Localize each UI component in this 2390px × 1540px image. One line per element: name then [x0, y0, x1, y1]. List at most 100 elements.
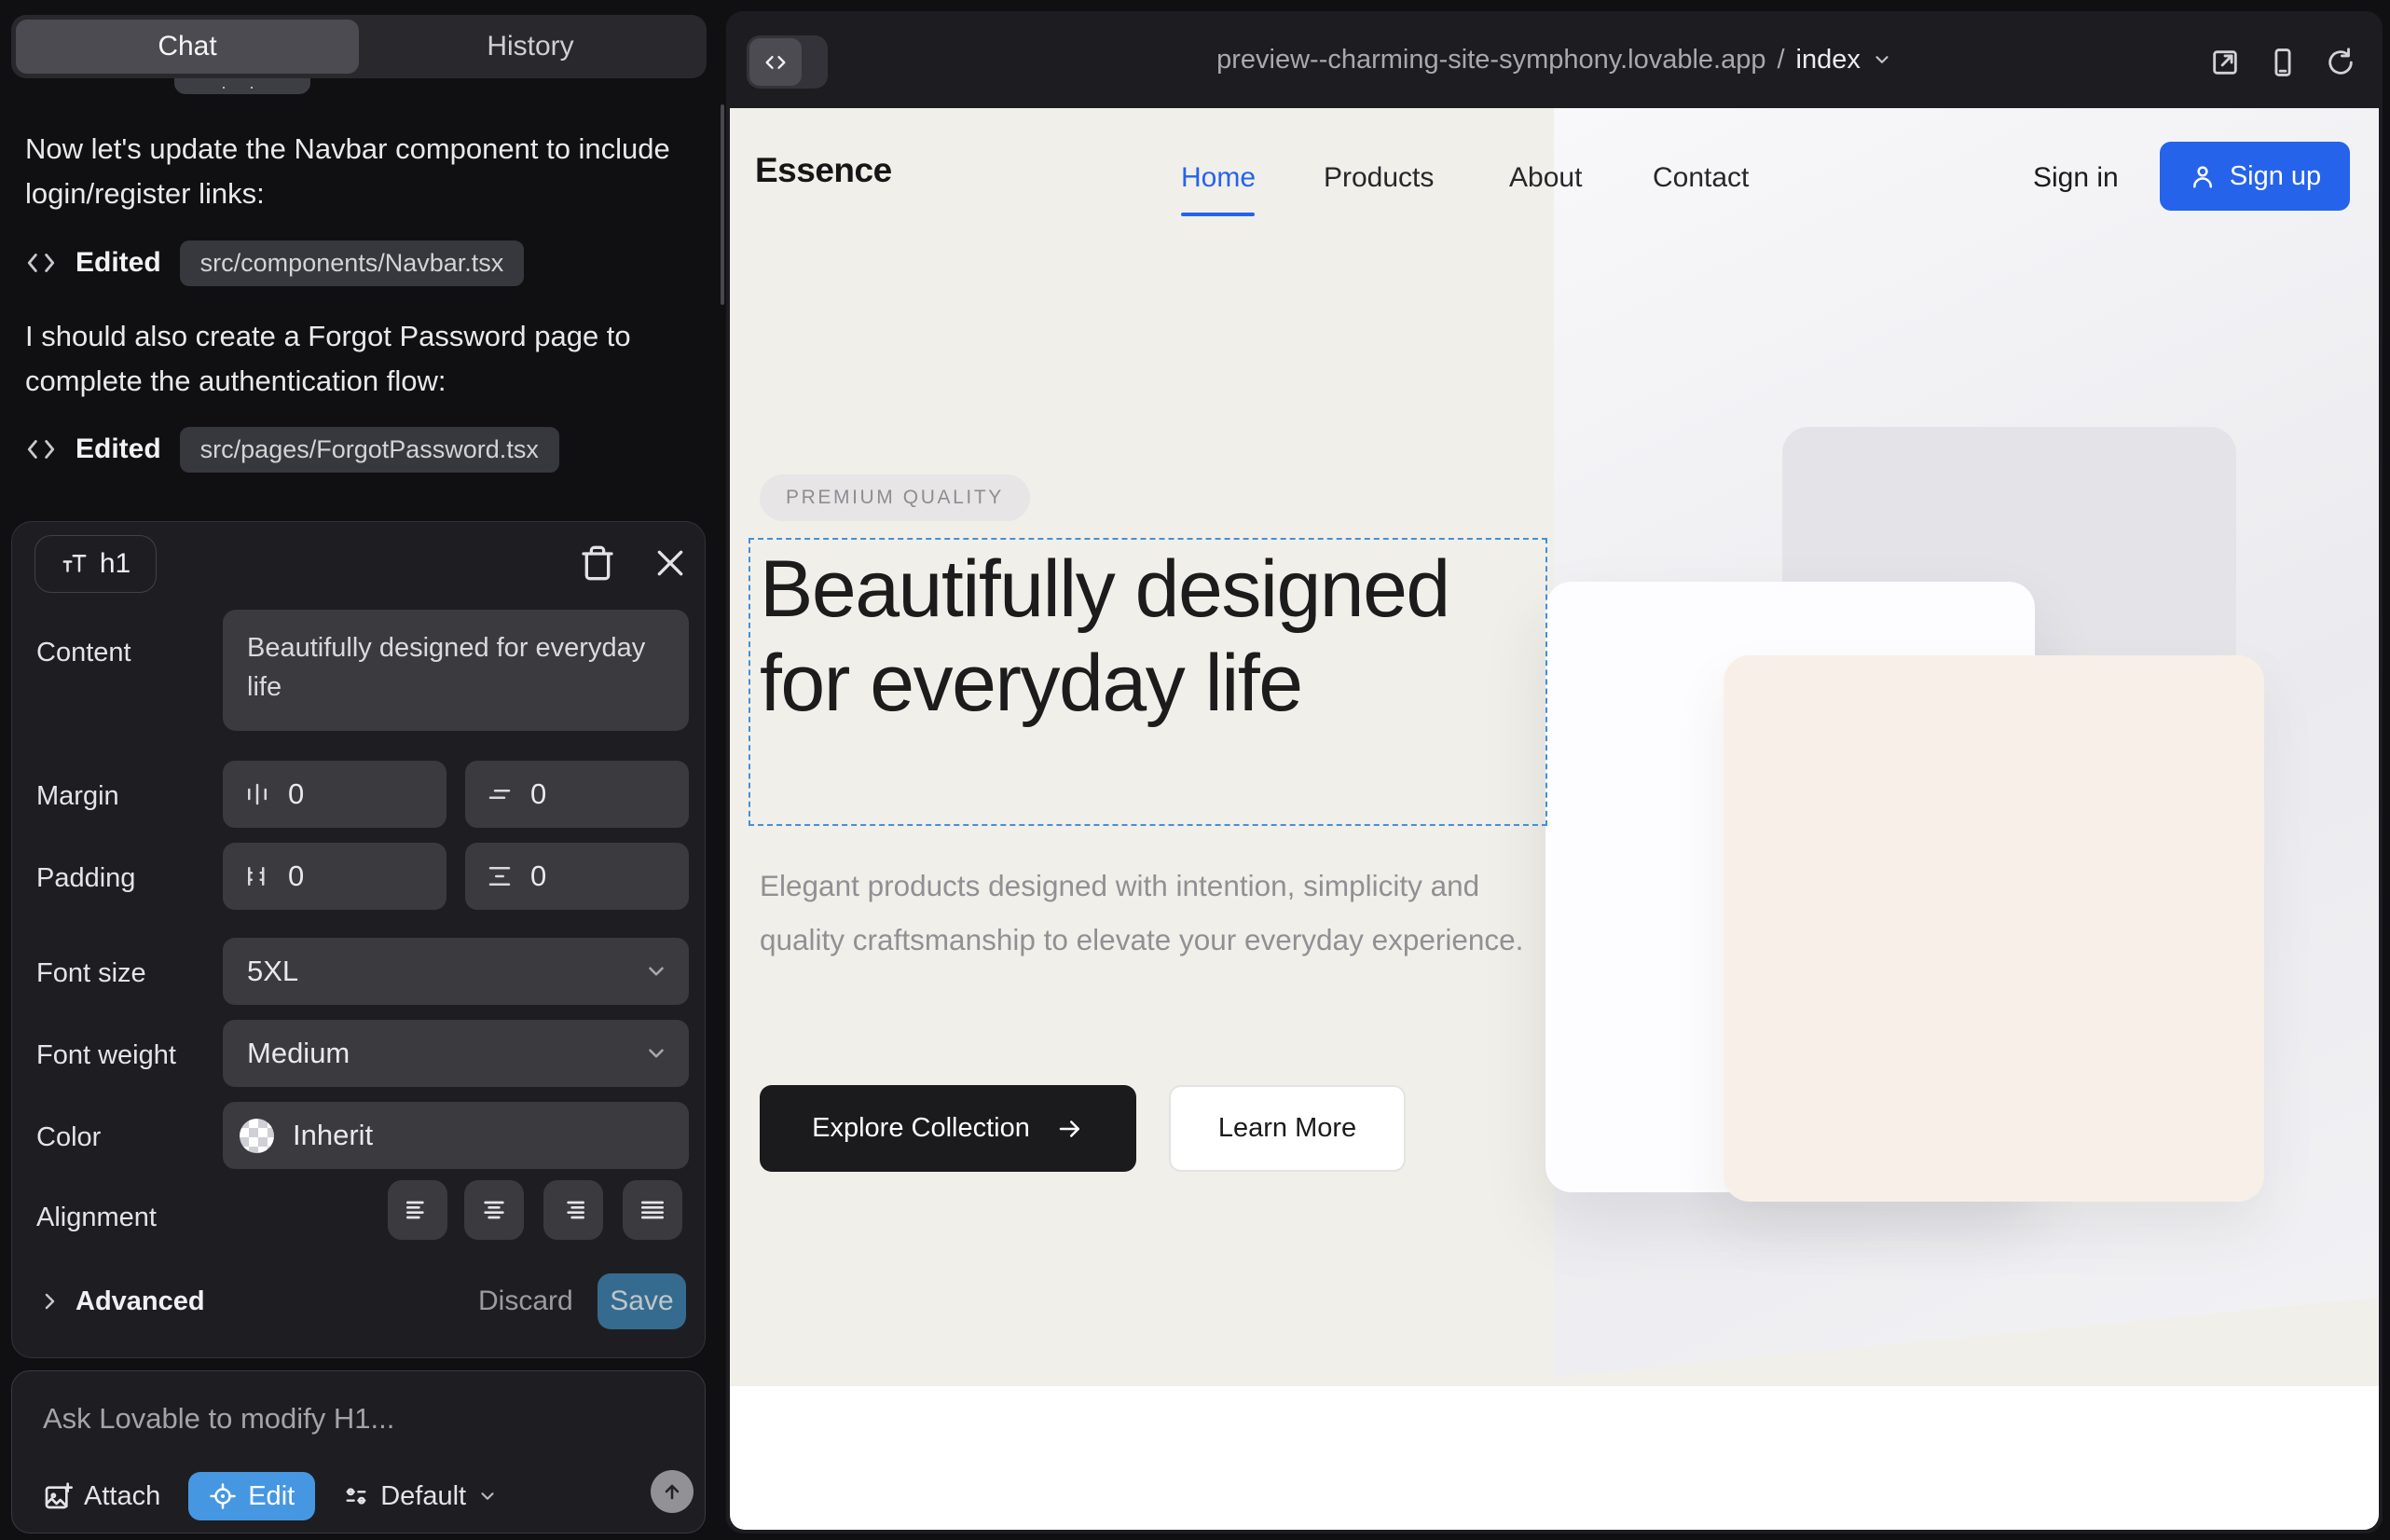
- user-icon: [2189, 162, 2217, 190]
- site-preview: Essence Home Products About Contact Sign…: [730, 108, 2379, 1530]
- align-center-icon: [479, 1195, 509, 1225]
- sign-in-link[interactable]: Sign in: [2033, 162, 2119, 194]
- site-logo[interactable]: Essence: [755, 151, 892, 190]
- margin-horizontal-icon: [243, 780, 271, 808]
- nav-active-underline: [1181, 213, 1255, 216]
- code-icon: [25, 433, 57, 465]
- margin-x-value: 0: [288, 777, 304, 811]
- attach-image-icon: [43, 1481, 73, 1511]
- font-weight-select[interactable]: Medium: [223, 1020, 689, 1087]
- explore-collection-button[interactable]: Explore Collection: [760, 1085, 1136, 1172]
- arrow-up-icon: [661, 1480, 683, 1503]
- explore-collection-label: Explore Collection: [812, 1113, 1030, 1144]
- file-path-badge[interactable]: src/pages/ForgotPassword.tsx: [180, 427, 559, 473]
- send-button[interactable]: [651, 1470, 694, 1513]
- margin-x-input[interactable]: 0: [223, 761, 446, 828]
- composer-placeholder[interactable]: Ask Lovable to modify H1...: [43, 1402, 394, 1436]
- advanced-label: Advanced: [76, 1286, 205, 1317]
- discard-button[interactable]: Discard: [478, 1273, 573, 1329]
- align-right-button[interactable]: [543, 1180, 603, 1240]
- decorative-card-cream: [1724, 655, 2264, 1202]
- align-justify-button[interactable]: [623, 1180, 682, 1240]
- truncated-badge: . .: [174, 78, 310, 94]
- learn-more-button[interactable]: Learn More: [1169, 1085, 1406, 1172]
- advanced-toggle[interactable]: Advanced: [38, 1273, 205, 1329]
- chevron-down-icon: [644, 1041, 668, 1066]
- content-input[interactable]: Beautifully designed for everyday life: [223, 610, 689, 731]
- edited-label: Edited: [76, 247, 161, 279]
- nav-link-contact[interactable]: Contact: [1653, 162, 1749, 194]
- target-icon: [209, 1482, 237, 1510]
- padding-label: Padding: [36, 863, 135, 894]
- element-tag-badge[interactable]: h1: [34, 535, 157, 593]
- mode-selector[interactable]: Default: [343, 1481, 498, 1512]
- chat-history-tabs: Chat History: [11, 15, 707, 78]
- align-right-icon: [558, 1195, 588, 1225]
- tab-chat[interactable]: Chat: [16, 20, 359, 74]
- margin-vertical-icon: [486, 780, 514, 808]
- chat-composer[interactable]: Ask Lovable to modify H1... Attach Edit …: [11, 1370, 706, 1533]
- mode-label: Default: [380, 1481, 466, 1512]
- delete-icon[interactable]: [579, 544, 616, 582]
- code-icon: [25, 247, 57, 279]
- assistant-message: Now let's update the Navbar component to…: [25, 127, 687, 216]
- element-tag-label: h1: [100, 548, 130, 580]
- nav-link-home[interactable]: Home: [1181, 162, 1256, 194]
- font-weight-label: Font weight: [36, 1040, 176, 1071]
- edited-file-row[interactable]: Edited src/components/Navbar.tsx: [25, 241, 524, 285]
- assistant-message: I should also create a Forgot Password p…: [25, 314, 687, 404]
- font-size-value: 5XL: [247, 955, 298, 988]
- file-path-badge[interactable]: src/components/Navbar.tsx: [180, 241, 525, 286]
- color-label: Color: [36, 1122, 101, 1153]
- padding-x-value: 0: [288, 859, 304, 893]
- url-page: index: [1796, 45, 1861, 76]
- edit-mode-button[interactable]: Edit: [188, 1472, 315, 1520]
- element-editor-panel: h1 Content Beautifully designed for ever…: [11, 521, 706, 1358]
- composer-toolbar: Attach Edit Default: [43, 1472, 498, 1520]
- color-swatch[interactable]: [240, 1119, 274, 1153]
- open-in-new-tab-icon[interactable]: [2209, 47, 2241, 78]
- nav-link-products[interactable]: Products: [1324, 162, 1434, 194]
- mobile-view-icon[interactable]: [2267, 47, 2299, 78]
- margin-y-input[interactable]: 0: [465, 761, 689, 828]
- color-picker-field[interactable]: Inherit: [223, 1102, 689, 1169]
- edited-label: Edited: [76, 433, 161, 465]
- sign-up-button[interactable]: Sign up: [2160, 142, 2350, 211]
- edited-file-row[interactable]: Edited src/pages/ForgotPassword.tsx: [25, 427, 559, 472]
- save-button[interactable]: Save: [598, 1273, 686, 1329]
- tab-history[interactable]: History: [359, 20, 702, 74]
- url-domain: preview--charming-site-symphony.lovable.…: [1216, 45, 1765, 76]
- sliders-icon: [343, 1483, 369, 1509]
- alignment-label: Alignment: [36, 1203, 157, 1233]
- url-bar[interactable]: preview--charming-site-symphony.lovable.…: [726, 11, 2383, 108]
- chevron-down-icon: [477, 1486, 498, 1506]
- typography-icon: [61, 550, 89, 578]
- attach-button[interactable]: Attach: [43, 1481, 160, 1512]
- align-justify-icon: [638, 1195, 667, 1225]
- chevron-down-icon: [1872, 49, 1892, 70]
- nav-link-about[interactable]: About: [1509, 162, 1582, 194]
- hero-section: Essence Home Products About Contact Sign…: [730, 108, 2379, 1386]
- url-separator: /: [1777, 45, 1784, 76]
- color-value: Inherit: [293, 1119, 373, 1152]
- arrow-right-icon: [1056, 1115, 1084, 1143]
- padding-x-input[interactable]: 0: [223, 843, 446, 910]
- font-size-select[interactable]: 5XL: [223, 938, 689, 1005]
- preview-browser-frame: preview--charming-site-symphony.lovable.…: [726, 11, 2383, 1533]
- padding-vertical-icon: [486, 862, 514, 890]
- font-size-label: Font size: [36, 958, 146, 989]
- padding-y-input[interactable]: 0: [465, 843, 689, 910]
- align-center-button[interactable]: [464, 1180, 524, 1240]
- premium-quality-badge: PREMIUM QUALITY: [760, 474, 1030, 521]
- content-label: Content: [36, 638, 131, 668]
- scrollbar-thumb[interactable]: [721, 104, 724, 305]
- hero-headline[interactable]: Beautifully designed for everyday life: [760, 543, 1515, 731]
- hero-subtext: Elegant products designed with intention…: [760, 859, 1543, 967]
- padding-horizontal-icon: [243, 862, 271, 890]
- edit-label: Edit: [248, 1481, 295, 1512]
- padding-y-value: 0: [530, 859, 546, 893]
- close-icon[interactable]: [652, 544, 689, 582]
- refresh-icon[interactable]: [2325, 47, 2356, 78]
- margin-y-value: 0: [530, 777, 546, 811]
- align-left-button[interactable]: [388, 1180, 447, 1240]
